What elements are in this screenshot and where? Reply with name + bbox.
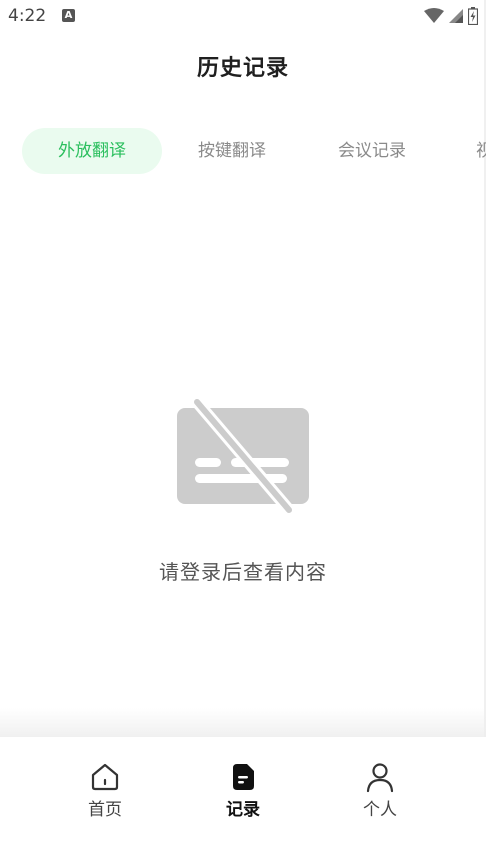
page-title: 历史记录 [196,56,289,81]
status-time: 4:22 [8,6,47,26]
nav-record[interactable]: 记录 [193,761,293,820]
tab-more-partial[interactable]: 视 [462,128,486,174]
notification-a-icon: A [62,9,75,22]
nav-personal[interactable]: 个人 [330,761,430,820]
nav-shadow [0,708,486,738]
nav-home[interactable]: 首页 [55,761,155,820]
bottom-navigation: 首页 记录 个人 [0,737,486,864]
no-content-icon [177,398,309,516]
tab-speaker-translation[interactable]: 外放翻译 [22,128,162,174]
empty-state-message: 请登录后查看内容 [159,560,327,584]
nav-personal-label: 个人 [363,800,397,820]
home-icon [91,763,119,791]
status-bar: 4:22 A [0,0,486,34]
battery-icon [468,7,478,25]
category-tabs: 外放翻译 按键翻译 会议记录 视 [22,128,486,174]
tab-meeting-record[interactable]: 会议记录 [312,128,432,174]
wifi-icon [424,8,444,23]
person-icon [366,763,394,793]
status-indicators [424,7,478,25]
nav-home-label: 首页 [88,800,122,820]
record-icon [233,764,254,790]
signal-icon [449,9,463,23]
nav-record-label: 记录 [226,800,260,820]
tab-button-translation[interactable]: 按键翻译 [172,128,292,174]
